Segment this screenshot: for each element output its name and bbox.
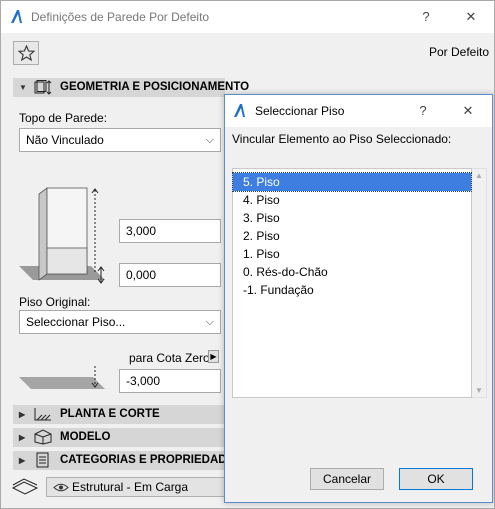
dialog-title: Seleccionar Piso: [255, 104, 345, 118]
section-floor-plan-header[interactable]: ▶ PLANTA E CORTE: [13, 405, 225, 424]
dialog-title-bar: Seleccionar Piso ? ✕: [225, 95, 492, 127]
geometry-icon: [34, 80, 52, 95]
top-offset-input[interactable]: 0,000: [119, 263, 221, 287]
model-cube-icon: [34, 429, 52, 445]
dialog-help-button[interactable]: ?: [400, 95, 446, 127]
chevron-down-icon: ⌵: [205, 134, 214, 146]
list-item[interactable]: 2. Piso: [233, 227, 471, 245]
list-item[interactable]: 1. Piso: [233, 245, 471, 263]
base-offset-input[interactable]: -3,000: [119, 369, 221, 393]
top-of-wall-label: Topo de Parede:: [19, 111, 108, 125]
top-of-wall-select[interactable]: Não Vinculado ⌵: [19, 128, 221, 152]
chevron-down-icon: ⌵: [205, 316, 214, 328]
list-item[interactable]: 0. Rés-do-Chão: [233, 263, 471, 281]
section-geometry-label: GEOMETRIA E POSICIONAMENTO: [60, 81, 250, 93]
home-story-value: Seleccionar Piso...: [26, 315, 126, 329]
defaults-label: Por Defeito: [429, 45, 490, 59]
wall-height-diagram-icon: [19, 187, 105, 284]
close-button[interactable]: ✕: [448, 1, 494, 33]
wall-height-input[interactable]: 3,000: [119, 219, 221, 243]
list-item[interactable]: 3. Piso: [233, 209, 471, 227]
expand-triangle-icon: ▶: [19, 433, 26, 442]
list-scrollbar[interactable]: ▲ ▼: [472, 168, 487, 398]
ok-button[interactable]: OK: [399, 468, 473, 490]
reference-menu-arrow-icon[interactable]: ▶: [208, 350, 219, 363]
layers-icon: [11, 478, 39, 495]
base-offset-diagram-icon: [19, 366, 105, 389]
section-geometry-header[interactable]: ▼ GEOMETRIA E POSICIONAMENTO: [13, 78, 249, 97]
properties-list-icon: [36, 452, 49, 468]
section-properties-header[interactable]: ▶ CATEGORIAS E PROPRIEDADES: [13, 451, 242, 470]
archicad-logo-icon: [11, 10, 22, 23]
scroll-up-arrow-icon[interactable]: ▲: [475, 171, 483, 180]
star-icon: [18, 45, 35, 61]
expand-triangle-icon: ▶: [19, 456, 26, 465]
section-floor-plan-label: PLANTA E CORTE: [60, 408, 160, 420]
list-item[interactable]: -1. Fundação: [233, 281, 471, 299]
top-of-wall-value: Não Vinculado: [26, 133, 104, 147]
layer-value: Estrutural - Em Carga: [72, 480, 189, 494]
select-story-dialog: Seleccionar Piso ? ✕ Vincular Elemento a…: [224, 94, 493, 503]
layer-select[interactable]: Estrutural - Em Carga: [46, 477, 225, 497]
section-model-header[interactable]: ▶ MODELO: [13, 428, 225, 447]
window-title: Definições de Parede Por Defeito: [31, 10, 210, 24]
cancel-button[interactable]: Cancelar: [310, 468, 384, 490]
home-story-select[interactable]: Seleccionar Piso... ⌵: [19, 310, 221, 334]
story-list[interactable]: 5. Piso 4. Piso 3. Piso 2. Piso 1. Piso …: [232, 168, 472, 398]
home-story-label: Piso Original:: [19, 295, 91, 309]
section-properties-label: CATEGORIAS E PROPRIEDADES: [60, 454, 242, 466]
eye-icon: [53, 483, 69, 492]
list-item[interactable]: 4. Piso: [233, 191, 471, 209]
favorites-button[interactable]: [13, 41, 39, 65]
expand-triangle-icon: ▶: [19, 410, 26, 419]
floor-plan-icon: [34, 408, 51, 421]
scroll-down-arrow-icon[interactable]: ▼: [475, 386, 483, 395]
dialog-close-button[interactable]: ✕: [445, 95, 491, 127]
collapse-triangle-icon: ▼: [19, 83, 27, 92]
help-button[interactable]: ?: [403, 1, 449, 33]
zero-reference-label: para Cota Zero: [129, 351, 210, 365]
list-item[interactable]: 5. Piso: [232, 172, 472, 192]
section-model-label: MODELO: [60, 431, 111, 443]
title-bar: Definições de Parede Por Defeito ? ✕: [1, 1, 494, 33]
archicad-logo-icon: [234, 104, 245, 117]
dialog-prompt: Vincular Elemento ao Piso Seleccionado:: [232, 132, 452, 146]
